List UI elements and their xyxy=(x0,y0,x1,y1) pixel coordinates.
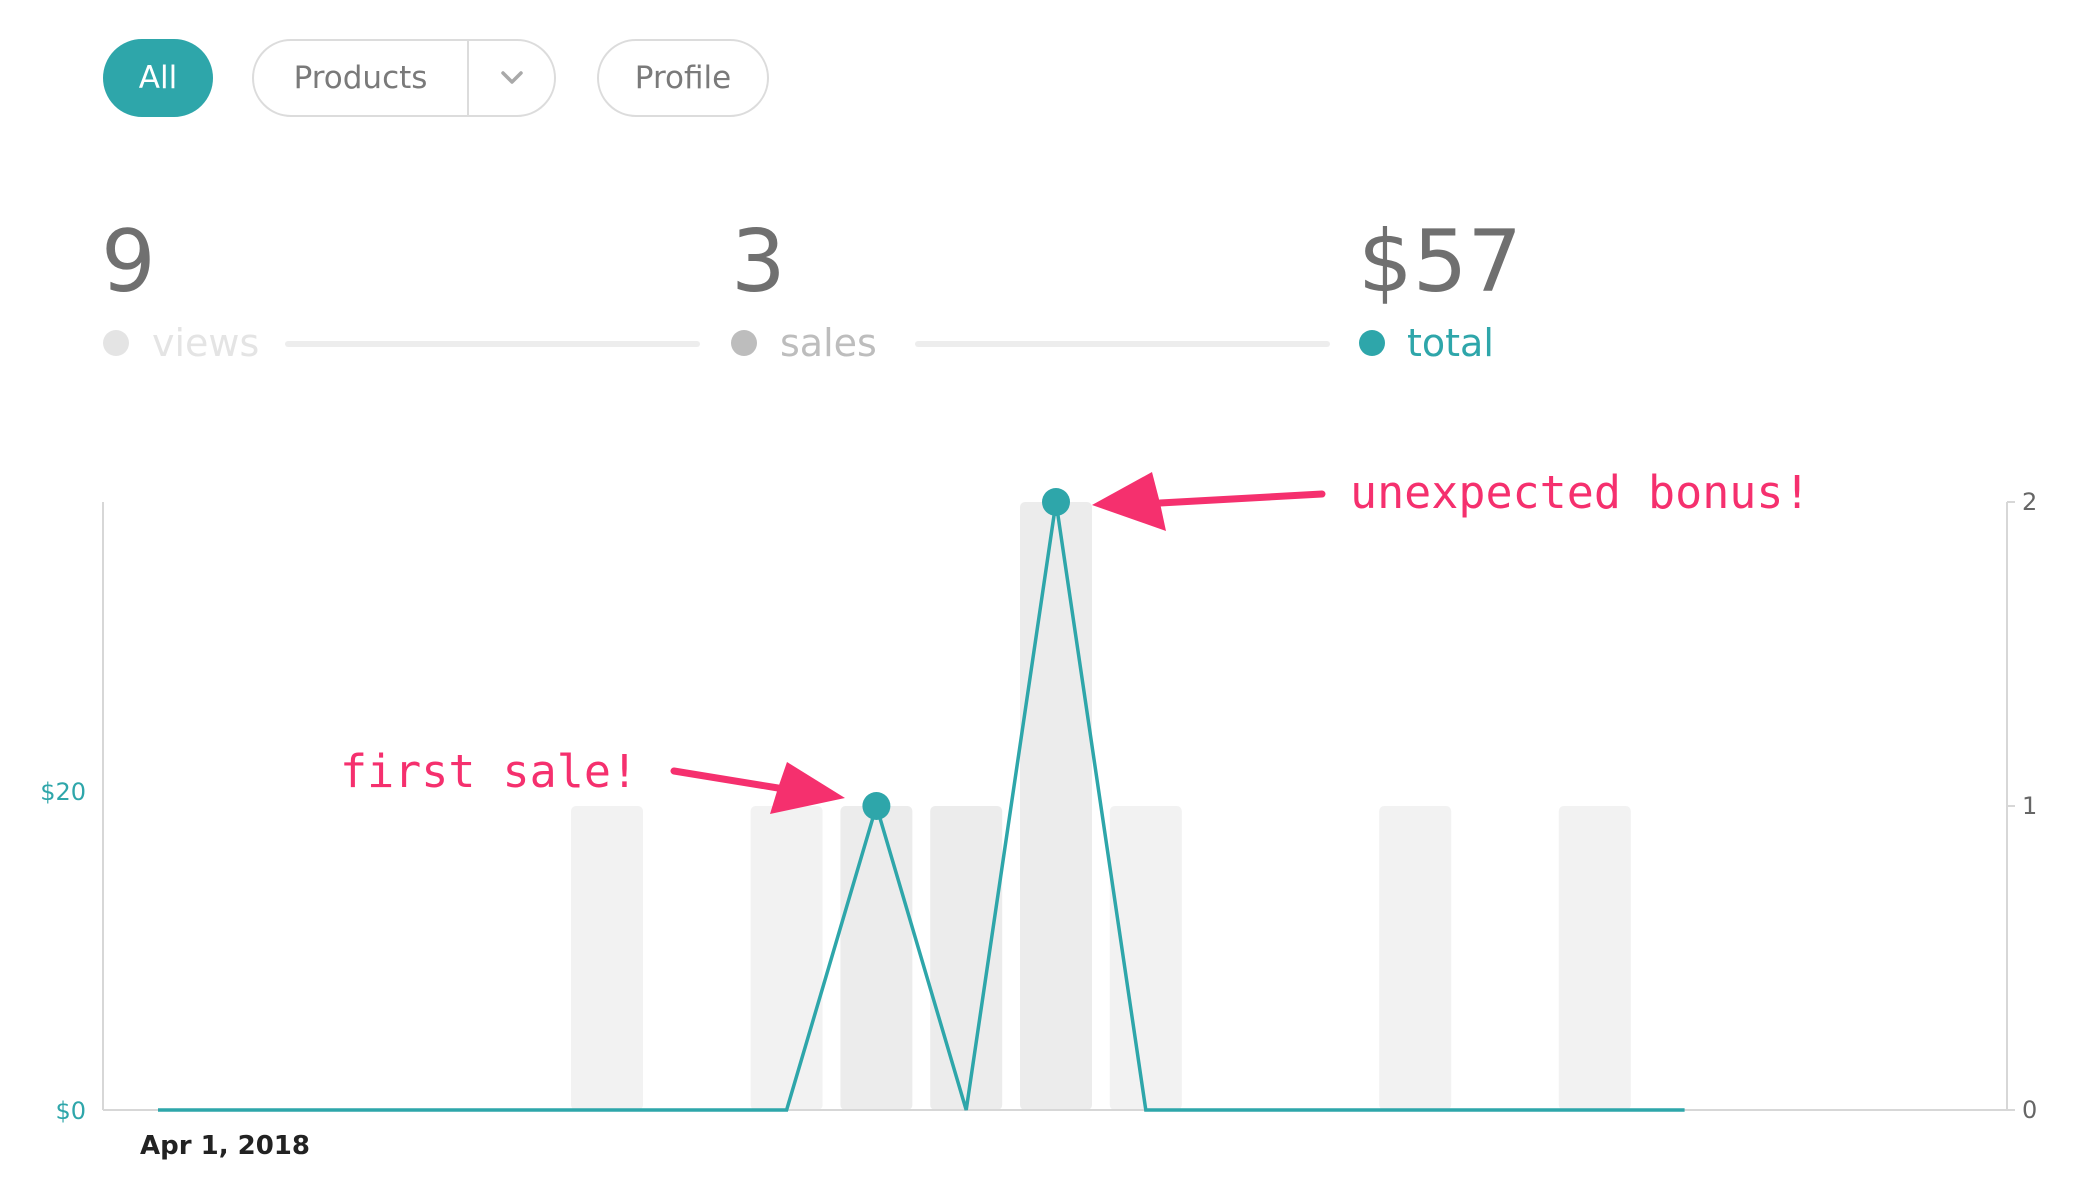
first-sale-annotation: first sale! xyxy=(340,745,638,798)
sales-bar xyxy=(1020,502,1092,1110)
sales-bar xyxy=(930,806,1003,1110)
sales-bar xyxy=(1379,806,1452,1110)
total-point[interactable] xyxy=(862,792,891,820)
unexpected-bonus-annotation: unexpected bonus! xyxy=(1350,466,1811,519)
right-axis-ticks: 0 1 2 xyxy=(2007,488,2037,1124)
right-tick-label: 1 xyxy=(2022,792,2037,820)
sales-bar xyxy=(750,806,823,1110)
right-tick-label: 0 xyxy=(2022,1096,2037,1124)
left-tick-label: $0 xyxy=(55,1097,86,1125)
total-line xyxy=(158,501,1685,1112)
x-start-label: Apr 1, 2018 xyxy=(140,1131,310,1161)
bonus-arrow-shaft xyxy=(1156,490,1326,507)
left-tick-label: $20 xyxy=(40,778,86,806)
total-point[interactable] xyxy=(1042,488,1070,516)
bonus-arrow-head xyxy=(1092,472,1166,531)
sales-bar xyxy=(840,806,913,1110)
sales-chart: 0 1 2 $0 $20 Apr 1, 2018 first sale! unexp… xyxy=(40,466,2037,1161)
sales-bar xyxy=(1558,806,1631,1110)
sales-bar xyxy=(571,806,643,1110)
right-tick-label: 2 xyxy=(2022,488,2037,516)
first-sale-arrow-shaft xyxy=(670,767,782,792)
sales-bar xyxy=(1109,806,1182,1110)
